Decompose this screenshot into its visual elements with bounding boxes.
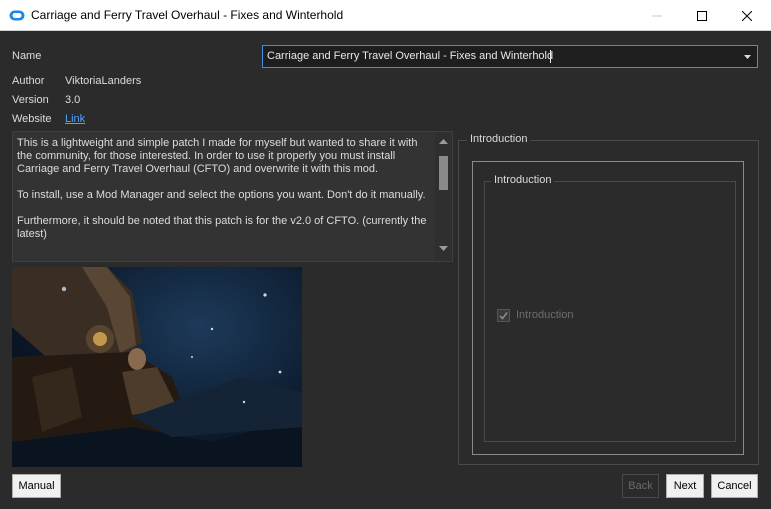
back-button[interactable]: Back [622,474,659,498]
manual-button[interactable]: Manual [12,474,61,498]
mod-preview-image [12,267,302,467]
website-label: Website [12,113,52,125]
author-label: Author [12,75,45,87]
next-button[interactable]: Next [666,474,704,498]
description-text: This is a lightweight and simple patch I… [17,137,432,254]
scrollbar-thumb[interactable] [439,156,448,190]
mod-organizer-icon [9,10,25,21]
name-combobox-value[interactable]: Carriage and Ferry Travel Overhaul - Fix… [267,50,553,62]
cancel-button[interactable]: Cancel [711,474,758,498]
description-paragraph: To install, use a Mod Manager and select… [17,189,426,201]
website-link[interactable]: Link [65,113,85,125]
text-caret [550,50,551,63]
title-bar: Carriage and Ferry Travel Overhaul - Fix… [0,0,771,31]
maximize-button[interactable] [679,0,725,31]
description-scrollbar[interactable] [435,132,452,261]
close-icon [742,10,752,21]
maximize-icon [697,10,707,21]
minimize-icon [652,15,662,16]
checkmark-icon [499,312,508,320]
close-button[interactable] [724,0,770,31]
description-box[interactable]: This is a lightweight and simple patch I… [12,131,453,262]
description-paragraph: Furthermore, it should be noted that thi… [17,215,427,240]
window-title: Carriage and Ferry Travel Overhaul - Fix… [31,8,344,22]
version-label: Version [12,94,49,106]
version-value: 3.0 [65,94,81,106]
author-value: ViktoriaLanders [65,75,142,87]
name-combobox[interactable]: Carriage and Ferry Travel Overhaul - Fix… [262,45,758,68]
options-group-title: Introduction [467,133,531,145]
dropdown-arrow-icon[interactable] [744,55,751,59]
name-label: Name [12,50,42,62]
introduction-checkbox[interactable] [497,309,510,322]
options-inner-group-title: Introduction [491,174,555,186]
scroll-down-icon[interactable] [439,246,448,251]
scroll-up-icon[interactable] [439,139,448,144]
minimize-button[interactable] [634,0,680,31]
introduction-checkbox-label[interactable]: Introduction [516,309,573,321]
preview-scene [12,267,302,467]
description-paragraph: This is a lightweight and simple patch I… [17,137,418,175]
